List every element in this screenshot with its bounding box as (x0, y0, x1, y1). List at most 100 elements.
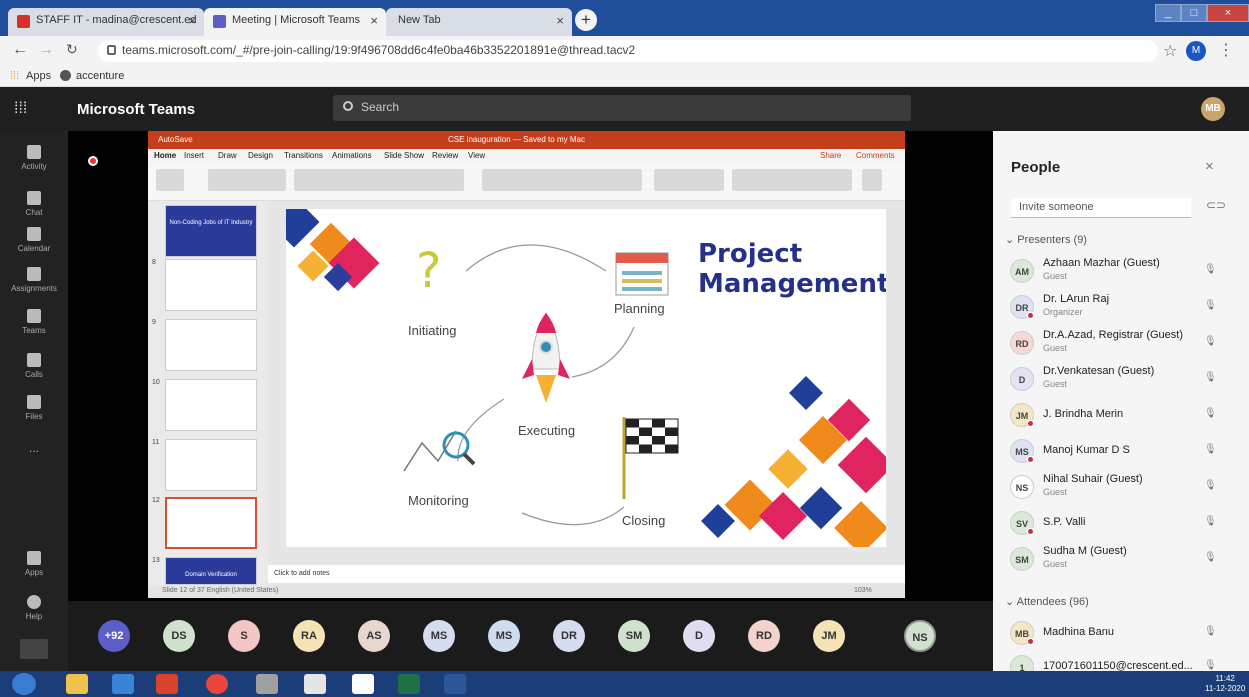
participant-chip[interactable]: SM (618, 620, 650, 652)
rail-apps[interactable]: Apps (0, 551, 68, 577)
notes-pane: Click to add notes (268, 565, 905, 583)
participant-chip[interactable]: DS (163, 620, 195, 652)
app-icon[interactable] (304, 674, 326, 694)
person-row[interactable]: D Dr.Venkatesan (Guest) Guest 🎙 (993, 361, 1249, 397)
avatar: SV (1010, 511, 1034, 535)
bookmark-star-icon[interactable]: ☆ (1163, 41, 1177, 61)
rail-teams[interactable]: Teams (0, 309, 68, 335)
participant-chip[interactable]: RD (748, 620, 780, 652)
copy-link-icon[interactable]: ⊂⊃ (1206, 198, 1226, 212)
app-launcher-icon[interactable]: ⁞⁞⁞ (14, 100, 27, 118)
phase-monitoring: Monitoring (408, 493, 469, 508)
close-tab-icon[interactable]: × (556, 13, 564, 28)
profile-avatar[interactable]: M (1186, 41, 1206, 61)
rail-download[interactable] (0, 639, 68, 662)
minimize-button[interactable]: _ (1155, 4, 1181, 22)
attendees-header[interactable]: ⌄ Attendees (96) (1005, 595, 1089, 608)
forward-icon[interactable]: → (38, 41, 54, 59)
help-icon (27, 595, 41, 609)
tab-new[interactable]: New Tab × (386, 8, 572, 36)
notepad-icon[interactable] (352, 674, 374, 694)
participant-chip[interactable]: NS (904, 620, 936, 652)
participant-chip[interactable]: S (228, 620, 260, 652)
avatar: DR (1010, 295, 1034, 319)
folder-icon[interactable] (66, 674, 88, 694)
close-tab-icon[interactable]: × (370, 13, 378, 28)
word-icon[interactable] (444, 674, 466, 694)
mic-muted-icon[interactable]: 🎙 (1204, 336, 1217, 347)
participant-chip[interactable]: DR (553, 620, 585, 652)
participant-chip[interactable]: RA (293, 620, 325, 652)
rail-assignments[interactable]: Assignments (0, 267, 68, 293)
media-player-icon[interactable] (156, 674, 178, 694)
rail-files[interactable]: Files (0, 395, 68, 421)
browser-menu-icon[interactable]: ⋮ (1218, 40, 1234, 60)
mic-muted-icon[interactable]: 🎙 (1204, 372, 1217, 383)
search-placeholder: Search (361, 100, 400, 114)
person-row[interactable]: JM J. Brindha Merin 🎙 (993, 397, 1249, 433)
invite-input[interactable]: Invite someone (1011, 198, 1191, 218)
excel-icon[interactable] (398, 674, 420, 694)
back-icon[interactable]: ← (12, 41, 28, 59)
rail-more[interactable]: ... (0, 441, 68, 455)
person-role: Guest (1043, 379, 1068, 389)
presenters-header[interactable]: ⌄ Presenters (9) (1005, 233, 1087, 246)
mic-muted-icon[interactable]: 🎙 (1204, 444, 1217, 455)
mic-muted-icon[interactable]: 🎙 (1204, 408, 1217, 419)
ppt-menu-bar: Home Insert Draw Design Transitions Anim… (148, 149, 905, 163)
person-row[interactable]: AM Azhaan Mazhar (Guest) Guest 🎙 (993, 253, 1249, 289)
person-row[interactable]: NS Nihal Suhair (Guest) Guest 🎙 (993, 469, 1249, 505)
close-tab-icon[interactable]: × (188, 13, 196, 28)
rail-help[interactable]: Help (0, 595, 68, 621)
participant-chip[interactable]: MS (423, 620, 455, 652)
ie-icon[interactable] (112, 674, 134, 694)
more-participants-chip[interactable]: +92 (98, 620, 130, 652)
insert-group-icon (654, 169, 724, 191)
status-dot (1027, 528, 1034, 535)
user-avatar[interactable]: MB (1201, 97, 1225, 121)
start-button[interactable] (12, 673, 36, 695)
url-bar[interactable]: teams.microsoft.com/_#/pre-join-calling/… (98, 40, 1158, 62)
tab-teams[interactable]: Meeting | Microsoft Teams × (204, 8, 386, 36)
mic-muted-icon[interactable]: 🎙 (1204, 264, 1217, 275)
mic-muted-icon[interactable]: 🎙 (1204, 626, 1217, 637)
autosave-label: AutoSave (158, 135, 193, 144)
rail-activity[interactable]: Activity (0, 145, 68, 171)
bookmark-apps[interactable]: Apps (26, 70, 51, 82)
rail-label: Activity (21, 162, 47, 171)
chrome-icon[interactable] (206, 674, 228, 694)
person-row[interactable]: MB Madhina Banu 🎙 (993, 615, 1249, 651)
participant-chip[interactable]: D (683, 620, 715, 652)
avatar: MS (1010, 439, 1034, 463)
thumb-caption: Domain Verification (185, 572, 237, 578)
bookmark-accenture[interactable]: accenture (76, 70, 124, 82)
person-row[interactable]: MS Manoj Kumar D S 🎙 (993, 433, 1249, 469)
participant-chip[interactable]: JM (813, 620, 845, 652)
mic-muted-icon[interactable]: 🎙 (1204, 480, 1217, 491)
mic-muted-icon[interactable]: 🎙 (1204, 516, 1217, 527)
avatar: MB (1010, 621, 1034, 645)
mic-muted-icon[interactable]: 🎙 (1204, 660, 1217, 671)
reload-icon[interactable]: ↻ (66, 41, 78, 58)
person-row[interactable]: SM Sudha M (Guest) Guest 🎙 (993, 541, 1249, 577)
mic-muted-icon[interactable]: 🎙 (1204, 552, 1217, 563)
top-left-diamonds (286, 209, 380, 292)
person-row[interactable]: RD Dr.A.Azad, Registrar (Guest) Guest 🎙 (993, 325, 1249, 361)
maximize-button[interactable]: □ (1181, 4, 1207, 22)
person-row[interactable]: SV S.P. Valli 🎙 (993, 505, 1249, 541)
new-tab-button[interactable]: + (575, 9, 597, 31)
rail-chat[interactable]: Chat (0, 191, 68, 217)
rail-calendar[interactable]: Calendar (0, 227, 68, 253)
rail-calls[interactable]: Calls (0, 353, 68, 379)
participant-chip[interactable]: AS (358, 620, 390, 652)
apps-grid-icon: ⁞⁞⁞ (10, 70, 20, 82)
tab-gmail[interactable]: STAFF IT - madina@crescent.ed × (8, 8, 204, 36)
db-icon[interactable] (256, 674, 278, 694)
close-icon[interactable]: × (1205, 158, 1214, 175)
panel-title: People (1011, 159, 1061, 176)
close-window-button[interactable]: × (1207, 4, 1249, 22)
person-row[interactable]: DR Dr. LArun Raj Organizer 🎙 (993, 289, 1249, 325)
search-input[interactable]: Search (333, 95, 911, 121)
participant-chip[interactable]: MS (488, 620, 520, 652)
mic-muted-icon[interactable]: 🎙 (1204, 300, 1217, 311)
